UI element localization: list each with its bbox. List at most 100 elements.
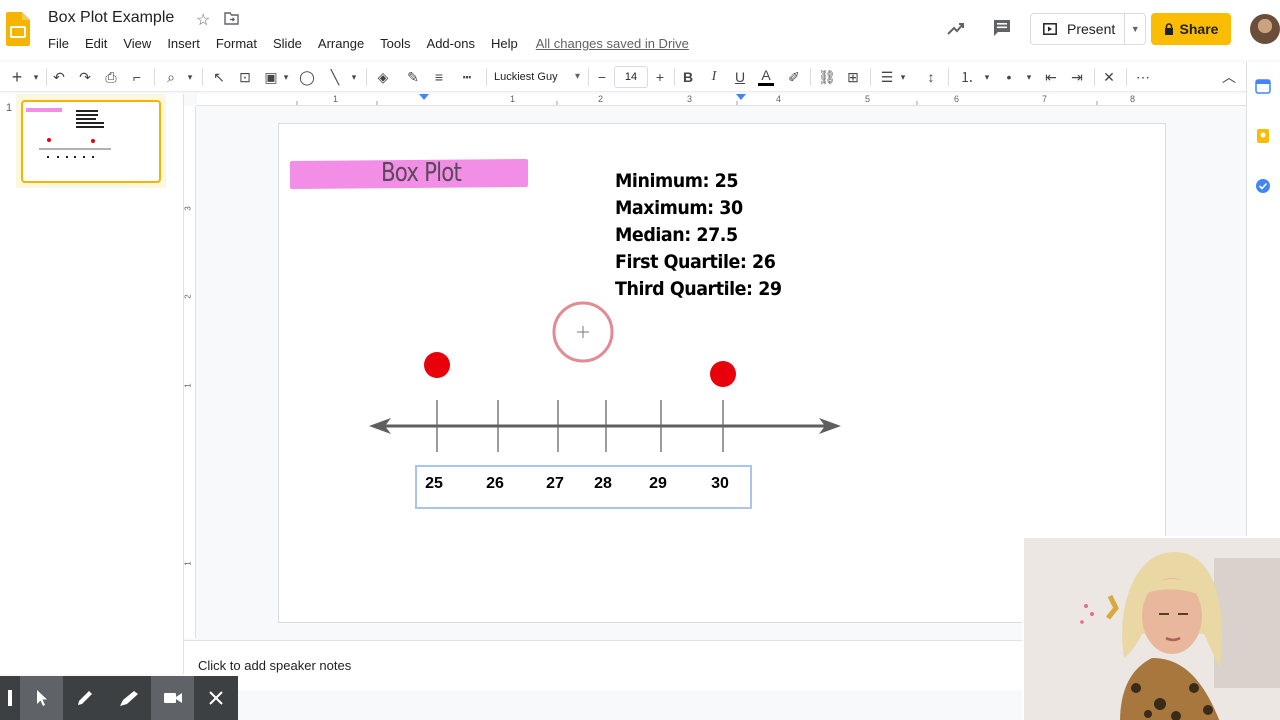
save-status-link[interactable]: All changes saved in Drive	[536, 35, 689, 53]
zoom-icon[interactable]: ⌕	[162, 68, 180, 86]
share-button[interactable]: Share	[1151, 13, 1231, 45]
present-main[interactable]: Present	[1031, 14, 1126, 44]
menu-tools[interactable]: Tools	[372, 35, 418, 53]
ruler-number: 1	[333, 94, 339, 104]
menu-file[interactable]: File	[40, 35, 77, 53]
line-spacing-icon[interactable]: ↕	[922, 68, 940, 86]
present-dropdown-icon[interactable]: ▼	[1125, 24, 1145, 34]
star-icon[interactable]: ☆	[196, 10, 210, 30]
image-dropdown-icon[interactable]: ▾	[280, 68, 292, 86]
fill-color-icon[interactable]: ◈	[374, 68, 392, 86]
undo-icon[interactable]: ↶	[50, 68, 68, 86]
slide-thumbnail-wrap[interactable]	[16, 94, 166, 188]
font-family-select[interactable]: Luckiest Guy	[494, 68, 584, 86]
pen-tool-button[interactable]	[63, 676, 107, 720]
border-dash-icon[interactable]: ┅	[458, 68, 476, 86]
font-size-decrease-button[interactable]: −	[594, 68, 610, 86]
calendar-icon[interactable]	[1255, 78, 1271, 94]
comment-icon[interactable]	[992, 18, 1012, 38]
menu-help[interactable]: Help	[483, 35, 526, 53]
select-cursor-icon[interactable]: ↖	[210, 68, 228, 86]
folder-move-icon[interactable]	[224, 12, 239, 25]
ruler-number: 1	[183, 383, 193, 388]
close-icon	[209, 691, 223, 705]
tick-labels-textbox[interactable]	[415, 465, 752, 509]
numbered-list-dropdown-icon[interactable]: ▾	[982, 68, 992, 86]
horizontal-ruler[interactable]: 1 1 2 3 4 5 6 7 8	[197, 94, 1246, 106]
avatar[interactable]	[1250, 14, 1280, 44]
numbered-list-icon[interactable]: ⒈	[958, 68, 976, 86]
menu-arrange[interactable]: Arrange	[310, 35, 372, 53]
present-button[interactable]: Present ▼	[1030, 13, 1146, 45]
font-size-increase-button[interactable]: +	[652, 68, 668, 86]
collapse-toolbar-icon[interactable]: ︿	[1220, 68, 1238, 86]
text-color-icon[interactable]: A	[758, 68, 774, 86]
clear-formatting-icon[interactable]: ✕	[1100, 68, 1118, 86]
bulleted-list-icon[interactable]: •	[1000, 68, 1018, 86]
tasks-icon[interactable]	[1255, 178, 1271, 194]
pointer-tool-button[interactable]	[19, 676, 64, 720]
textbox-icon[interactable]: ⊡	[236, 68, 254, 86]
menu-format[interactable]: Format	[208, 35, 265, 53]
italic-icon[interactable]: I	[706, 68, 722, 86]
camera-toggle-button[interactable]	[150, 676, 195, 720]
underline-icon[interactable]: U	[732, 68, 748, 86]
menu-insert[interactable]: Insert	[159, 35, 208, 53]
tick-label: 26	[486, 475, 504, 492]
close-recording-button[interactable]	[194, 676, 238, 720]
drag-handle-icon[interactable]	[0, 676, 20, 720]
webcam-overlay[interactable]	[1022, 536, 1280, 720]
ruler-ticks	[296, 94, 1098, 105]
highlight-icon[interactable]: ✐	[786, 68, 802, 86]
add-comment-icon[interactable]: ⊞	[844, 68, 862, 86]
align-dropdown-icon[interactable]: ▾	[898, 68, 908, 86]
decrease-indent-icon[interactable]: ⇤	[1042, 68, 1060, 86]
menu-slide[interactable]: Slide	[265, 35, 310, 53]
slides-logo-icon[interactable]	[6, 12, 30, 46]
border-weight-icon[interactable]: ≡	[430, 68, 448, 86]
print-icon[interactable]: ⎙	[102, 68, 120, 86]
line-icon[interactable]: ╲	[326, 68, 344, 86]
speaker-notes-placeholder: Click to add speaker notes	[198, 658, 352, 673]
present-icon	[1043, 23, 1057, 35]
zoom-dropdown-icon[interactable]: ▾	[184, 68, 196, 86]
ruler-number: 3	[687, 94, 693, 104]
menu-view[interactable]: View	[115, 35, 159, 53]
ruler-number: 1	[510, 94, 516, 104]
bold-icon[interactable]: B	[680, 68, 696, 86]
highlighter-icon	[119, 691, 138, 706]
align-icon[interactable]: ☰	[878, 68, 896, 86]
tick-label: 25	[425, 475, 443, 492]
shape-icon[interactable]: ◯	[298, 68, 316, 86]
ruler-number: 8	[1130, 94, 1136, 104]
slide-number: 1	[6, 102, 13, 114]
new-slide-dropdown-icon[interactable]: ▾	[30, 68, 42, 86]
vertical-ruler[interactable]: 3 2 1 1	[184, 106, 196, 638]
new-slide-icon[interactable]: +	[10, 68, 24, 86]
menu-addons[interactable]: Add-ons	[419, 35, 483, 53]
image-icon[interactable]: ▣	[262, 68, 280, 86]
line-dropdown-icon[interactable]: ▾	[348, 68, 360, 86]
highlighter-tool-button[interactable]	[107, 676, 151, 720]
link-icon[interactable]: ⛓	[818, 68, 836, 86]
bulleted-list-dropdown-icon[interactable]: ▾	[1024, 68, 1034, 86]
more-options-icon[interactable]: ⋯	[1134, 68, 1152, 86]
pointer-icon	[36, 690, 47, 706]
doc-title[interactable]: Box Plot Example	[48, 9, 174, 27]
ruler-number: 2	[598, 94, 604, 104]
keep-icon[interactable]	[1255, 128, 1271, 144]
slide-thumbnail[interactable]	[21, 100, 161, 183]
activity-trend-icon[interactable]	[946, 19, 966, 39]
paint-format-icon[interactable]: ⌐	[128, 68, 146, 86]
redo-icon[interactable]: ↷	[76, 68, 94, 86]
plot-dot[interactable]	[424, 352, 450, 378]
ruler-number: 7	[1042, 94, 1048, 104]
font-size-input[interactable]: 14	[614, 66, 648, 88]
ruler-number: 1	[183, 561, 193, 566]
border-color-icon[interactable]: ✎	[404, 68, 422, 86]
plot-dot[interactable]	[710, 361, 736, 387]
menu-edit[interactable]: Edit	[77, 35, 115, 53]
ruler-number: 2	[183, 294, 193, 299]
increase-indent-icon[interactable]: ⇥	[1068, 68, 1086, 86]
pen-icon	[78, 691, 93, 705]
